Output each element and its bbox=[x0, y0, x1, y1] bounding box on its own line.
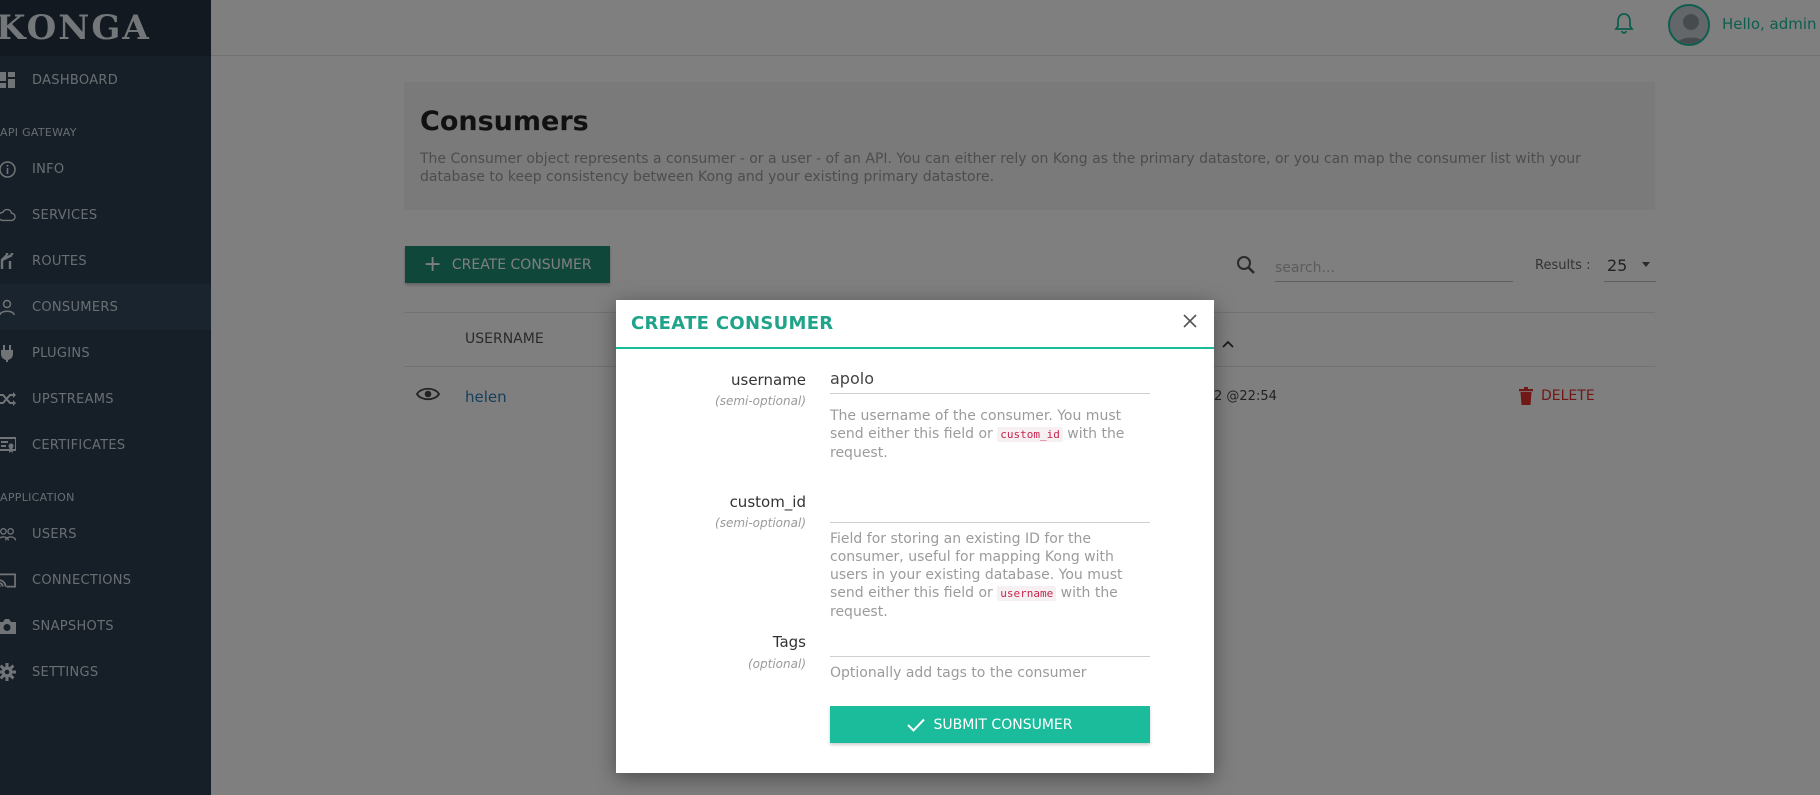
tags-input[interactable] bbox=[830, 627, 1150, 657]
username-input[interactable] bbox=[830, 364, 1150, 394]
custom-id-label: custom_id bbox=[729, 493, 806, 511]
create-consumer-modal: CREATE CONSUMER username (semi-optional)… bbox=[616, 300, 1214, 773]
custom-id-help: Field for storing an existing ID for the… bbox=[830, 531, 1123, 620]
modal-header: CREATE CONSUMER bbox=[616, 300, 1214, 349]
username-code: username bbox=[997, 586, 1057, 601]
submit-consumer-button[interactable]: SUBMIT CONSUMER bbox=[830, 706, 1150, 743]
modal-title: CREATE CONSUMER bbox=[631, 313, 834, 334]
tags-help: Optionally add tags to the consumer bbox=[830, 665, 1087, 681]
username-hint: (semi-optional) bbox=[715, 394, 806, 408]
custom-id-code: custom_id bbox=[997, 427, 1063, 442]
username-label: username bbox=[731, 371, 806, 389]
username-help: The username of the consumer. You must s… bbox=[830, 408, 1125, 461]
tags-label: Tags bbox=[772, 633, 806, 651]
close-icon[interactable] bbox=[1178, 309, 1202, 333]
tags-hint: (optional) bbox=[748, 657, 806, 671]
custom-id-hint: (semi-optional) bbox=[715, 516, 806, 530]
check-icon bbox=[907, 718, 926, 732]
custom-id-input[interactable] bbox=[830, 493, 1150, 523]
